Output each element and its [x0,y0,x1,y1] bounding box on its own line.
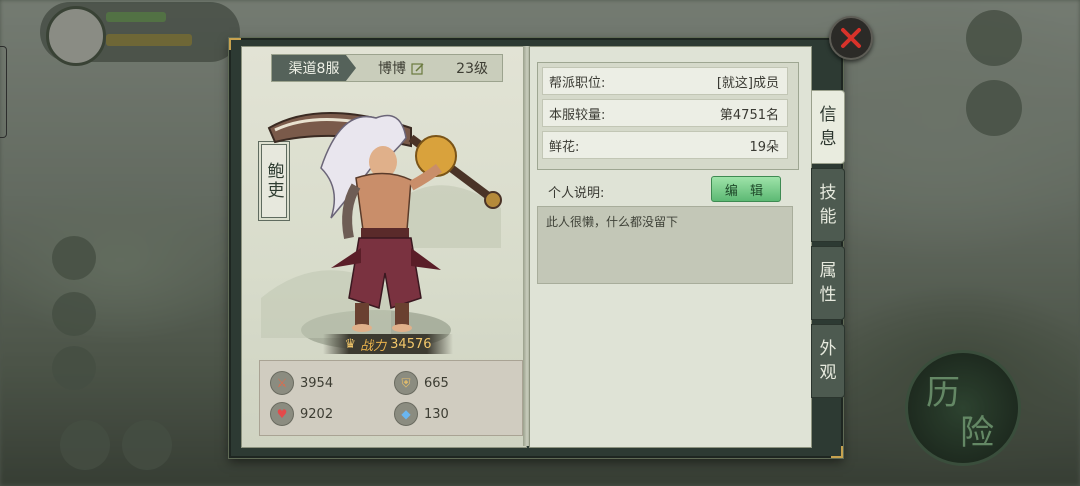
stat-value: 9202 [300,406,334,422]
tab-skills[interactable]: 技 能 [811,168,845,242]
power-label: 战力 [360,338,387,354]
info-value: 第4751名 [719,107,779,123]
tab-appearance[interactable]: 外 观 [811,324,845,398]
stat-value: 665 [424,375,449,391]
info-box: 帮派职位: [就这]成员 本服较量: 第4751名 鲜花: 19朵 [537,62,799,170]
attack-icon: ⚔ [270,371,294,395]
tab-attributes[interactable]: 属 性 [811,246,845,320]
player-info-panel: 渠道8服 博博 23级 鲍吏 ♛ 战力 34576 ⚔ 3954 ⛨ 665 ♥… [229,38,845,458]
info-row-rank: 本服较量: 第4751名 [542,99,788,127]
description-text: 此人很懒，什么都没留下 [537,206,793,284]
stat-health: ♥ 9202 [270,402,333,426]
combat-power: ♛ 战力 34576 [323,334,453,354]
info-row-flowers: 鲜花: 19朵 [542,131,788,159]
panel-corner-ornament [831,446,843,458]
info-row-guild: 帮派职位: [就这]成员 [542,67,788,95]
tab-char: 外 [819,339,837,359]
description-label: 个人说明: [548,186,605,201]
gem-icon: ◆ [394,402,418,426]
tab-char: 属 [819,261,837,281]
edit-name-icon[interactable] [411,61,425,75]
health-icon: ♥ [270,402,294,426]
close-icon [841,28,861,48]
tab-info[interactable]: 信 息 [811,90,845,164]
player-level: 23级 [456,61,488,77]
tab-char: 性 [819,285,837,305]
tab-char: 信 [819,105,837,125]
stat-value: 3954 [300,375,334,391]
server-tag: 渠道8服 [272,55,356,81]
info-value: [就这]成员 [716,75,779,91]
power-value: 34576 [390,336,432,352]
character-portrait [261,112,502,338]
info-key: 本服较量: [549,107,606,123]
stat-value: 130 [424,406,449,422]
info-value: 19朵 [749,139,779,155]
panel-corner-ornament [229,38,241,50]
stat-gem: ◆ 130 [394,402,449,426]
player-header: 渠道8服 博博 23级 [271,54,503,82]
defense-icon: ⛨ [394,371,418,395]
stats-box: ⚔ 3954 ⛨ 665 ♥ 9202 ◆ 130 [259,360,523,436]
close-button[interactable] [829,16,873,60]
tab-char: 观 [819,363,837,383]
info-key: 帮派职位: [549,75,606,91]
tab-char: 能 [819,207,837,227]
info-key: 鲜花: [549,139,580,155]
tab-char: 息 [819,129,837,149]
tab-char: 技 [819,183,837,203]
stat-attack: ⚔ 3954 [270,371,333,395]
stat-defense: ⛨ 665 [394,371,449,395]
power-icon: ♛ [344,336,357,352]
edit-description-button[interactable]: 编 辑 [711,176,781,202]
player-name: 博博 [378,61,406,77]
